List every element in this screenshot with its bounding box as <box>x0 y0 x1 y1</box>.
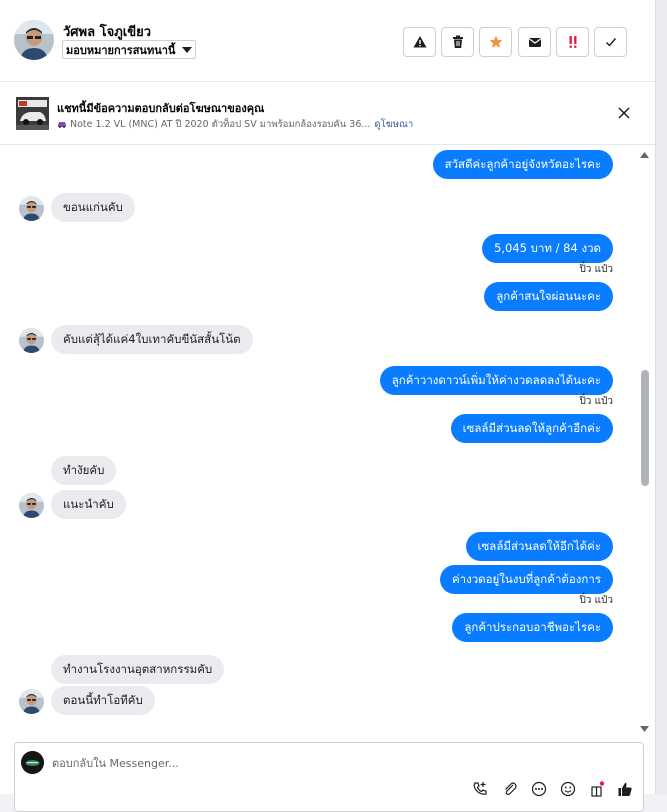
follow-up-button[interactable] <box>479 27 512 57</box>
ad-reply-banner: แชทนี้มีข้อความตอบกลับต่อโฆษณาของคุณ Not… <box>0 82 655 145</box>
assign-conversation-dropdown[interactable]: มอบหมายการสนทนานี้ <box>62 40 196 59</box>
phone-plus-icon[interactable] <box>472 781 488 797</box>
star-icon <box>489 35 502 48</box>
trash-icon <box>452 35 463 48</box>
envelope-icon <box>528 38 541 47</box>
seen-receipt: ปิ๋ว แป๋ว <box>579 264 613 275</box>
outgoing-message[interactable]: ลูกค้าสนใจผ่อนนะคะ <box>484 282 613 311</box>
scroll-up-icon <box>640 152 649 158</box>
close-icon <box>618 107 630 119</box>
delete-button[interactable] <box>441 27 474 57</box>
ad-description: Note 1.2 VL (MNC) AT ปี 2020 ตัวท็อป SV … <box>70 119 371 130</box>
sender-avatar[interactable] <box>19 689 44 714</box>
sender-avatar[interactable] <box>19 328 44 353</box>
outgoing-message[interactable]: เซลล์มีส่วนลดให้ลูกค้าอีกค่ะ <box>450 414 613 443</box>
outgoing-message[interactable]: เซลล์มีส่วนลดให้อีกได้ค่ะ <box>465 532 613 561</box>
conversation-header: วัศพล โจภูเขียว มอบหมายการสนทนานี้ <box>0 0 655 82</box>
outgoing-message[interactable]: ลูกค้าวางดาวน์เพิ่มให้ค่างวดลดลงได้นะคะ <box>379 366 613 395</box>
gift-icon[interactable] <box>589 781 605 797</box>
outgoing-message[interactable]: 5,045 บาท / 84 งวด <box>482 234 613 263</box>
reply-composer <box>14 742 644 812</box>
spam-button[interactable] <box>556 27 589 57</box>
page-avatar <box>21 751 44 774</box>
assign-label: มอบหมายการสนทนานี้ <box>66 44 176 57</box>
checkmark-icon <box>605 38 616 47</box>
car-icon <box>58 122 66 128</box>
more-icon[interactable] <box>531 781 547 797</box>
seen-receipt: ปิ๋ว แป๋ว <box>579 595 613 606</box>
ad-banner-title: แชทนี้มีข้อความตอบกลับต่อโฆษณาของคุณ <box>57 102 265 115</box>
incoming-message[interactable]: คับแต่สุ้ได้แค่4ใบเทาคับขีนัสสั้นโน้ต <box>51 325 253 354</box>
outgoing-message[interactable]: สวัสดีค่ะลูกค้าอยู่จังหวัดอะไรคะ <box>432 150 613 179</box>
contact-avatar[interactable] <box>14 20 54 60</box>
message-list[interactable]: สวัสดีค่ะลูกค้าอยู่จังหวัดอะไรคะขอนแก่นค… <box>0 145 655 740</box>
mark-done-button[interactable] <box>594 27 627 57</box>
close-banner-button[interactable] <box>616 105 632 121</box>
mark-unread-button[interactable] <box>518 27 551 57</box>
outgoing-message[interactable]: ค่างวดอยู่ในงบที่ลูกค้าต้องการ <box>439 565 613 594</box>
incoming-message[interactable]: ทำงานโรงงานอุตสาหกรรมคับ <box>51 655 225 684</box>
ad-banner-subtitle: Note 1.2 VL (MNC) AT ปี 2020 ตัวท็อป SV … <box>57 117 413 132</box>
sender-avatar[interactable] <box>19 196 44 221</box>
warning-icon <box>413 36 426 48</box>
ad-thumbnail[interactable] <box>16 97 49 130</box>
incoming-message[interactable]: ตอนนี้ทำโอทีคับ <box>51 686 155 715</box>
paperclip-icon[interactable] <box>502 781 518 797</box>
incoming-message[interactable]: แนะนำคับ <box>51 490 126 519</box>
seen-receipt: ปิ๋ว แป๋ว <box>579 396 613 407</box>
scroll-down-icon <box>640 726 649 732</box>
conversation-panel: วัศพล โจภูเขียว มอบหมายการสนทนานี้ แชทนี… <box>0 0 656 812</box>
like-icon[interactable] <box>617 781 633 797</box>
double-exclamation-icon <box>569 36 576 48</box>
view-ad-link[interactable]: ดูโฆษณา <box>374 119 413 130</box>
outgoing-message[interactable]: ลูกค้าประกอบอาชีพอะไรคะ <box>452 613 613 642</box>
window-edge <box>656 0 667 794</box>
incoming-message[interactable]: ขอนแก่นคับ <box>51 193 135 222</box>
incoming-message[interactable]: ทำงัยคับ <box>51 456 117 485</box>
contact-name[interactable]: วัศพล โจภูเขียว <box>63 21 151 42</box>
scrollbar-thumb[interactable] <box>641 370 649 486</box>
reply-input[interactable] <box>52 754 452 772</box>
emoji-icon[interactable] <box>560 781 576 797</box>
sender-avatar[interactable] <box>19 493 44 518</box>
chevron-down-icon <box>182 47 192 53</box>
report-button[interactable] <box>403 27 436 57</box>
